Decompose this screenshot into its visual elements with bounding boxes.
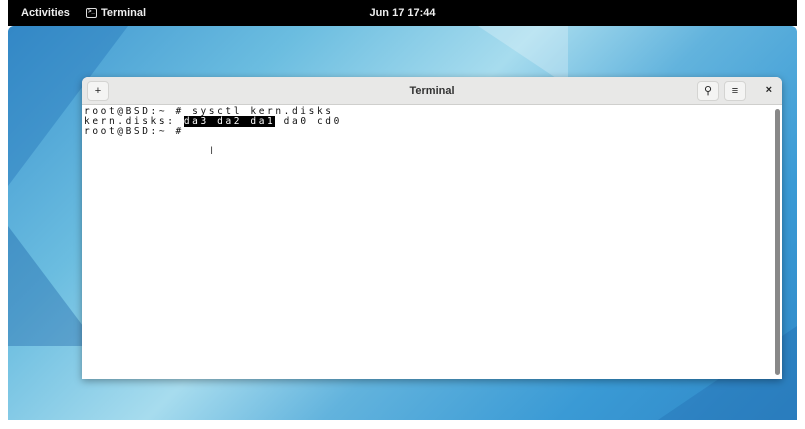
header-bar: + Terminal ⚲ ≡ × (82, 77, 782, 105)
top-bar: Activities >_ Terminal Jun 17 17:44 (8, 0, 797, 26)
hamburger-menu-icon: ≡ (731, 85, 739, 97)
text-cursor-icon: I (210, 145, 214, 157)
output-rest: da0 cd0 (275, 116, 342, 127)
search-icon: ⚲ (703, 85, 713, 97)
terminal-prompt: root@BSD:~ # (84, 126, 184, 137)
close-icon: × (765, 84, 772, 96)
close-button[interactable]: × (766, 84, 772, 96)
search-button[interactable]: ⚲ (697, 81, 719, 101)
terminal-window: + Terminal ⚲ ≡ × root@BSD:~ # sysctl ker… (82, 77, 782, 379)
clock[interactable]: Jun 17 17:44 (8, 7, 797, 19)
terminal-output[interactable]: root@BSD:~ # sysctl kern.disks kern.disks… (84, 107, 342, 137)
window-title: Terminal (409, 85, 455, 97)
scrollbar[interactable] (775, 109, 780, 375)
menu-button[interactable]: ≡ (724, 81, 746, 101)
selected-text[interactable]: da3 da2 da1 (183, 116, 276, 127)
